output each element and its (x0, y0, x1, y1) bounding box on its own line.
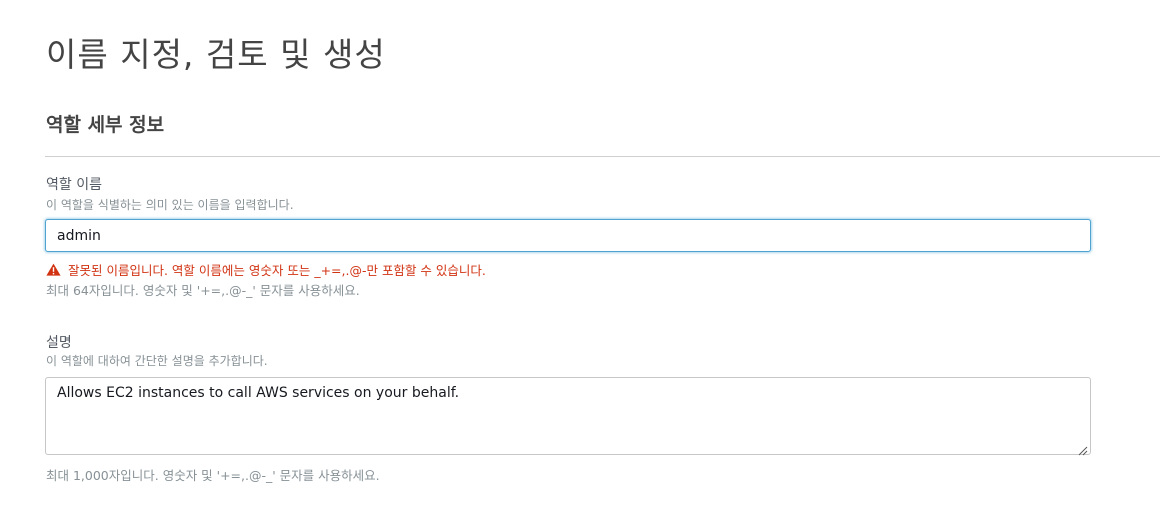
role-name-error: 잘못된 이름입니다. 역할 이름에는 영숫자 또는 _+=,.@-만 포함할 수… (46, 260, 486, 278)
section-title-role-details: 역할 세부 정보 (46, 114, 165, 136)
role-name-hint: 최대 64자입니다. 영숫자 및 '+=,.@-_' 문자를 사용하세요. (46, 283, 360, 298)
warning-triangle-icon (46, 263, 68, 276)
role-name-error-text: 잘못된 이름입니다. 역할 이름에는 영숫자 또는 _+=,.@-만 포함할 수… (68, 262, 486, 278)
role-name-label: 역할 이름 (46, 177, 102, 193)
description-label: 설명 (46, 335, 72, 351)
section-divider (45, 156, 1160, 157)
description-textarea[interactable]: Allows EC2 instances to call AWS service… (45, 377, 1091, 455)
resize-handle-icon[interactable] (1077, 441, 1088, 456)
description-help: 이 역할에 대하여 간단한 설명을 추가합니다. (46, 354, 268, 368)
description-hint: 최대 1,000자입니다. 영숫자 및 '+=,.@-_' 문자를 사용하세요. (46, 468, 380, 483)
role-name-description: 이 역할을 식별하는 의미 있는 이름을 입력합니다. (46, 198, 294, 212)
page-title: 이름 지정, 검토 및 생성 (46, 35, 386, 74)
role-name-input[interactable] (45, 219, 1091, 252)
